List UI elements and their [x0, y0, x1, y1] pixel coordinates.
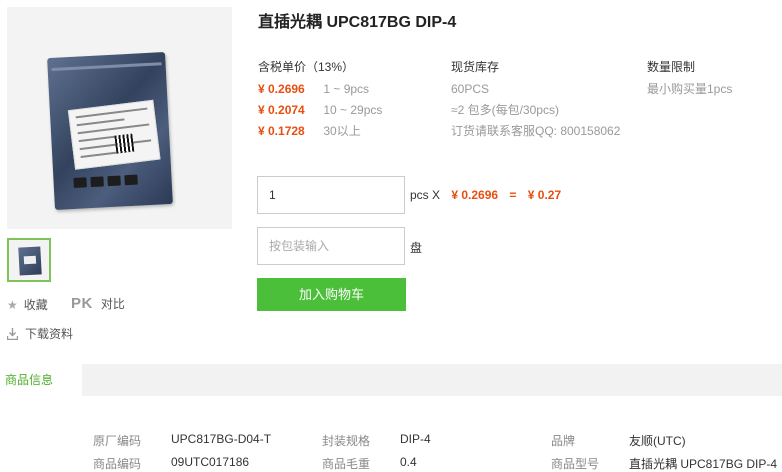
download-label: 下载资料	[25, 327, 74, 341]
min-purchase: 最小购买量1pcs	[647, 82, 733, 96]
tab-product-info[interactable]: 商品信息	[0, 364, 82, 396]
spec-item: 商品毛重	[322, 455, 370, 472]
spec-value: 09UTC017186	[171, 455, 250, 469]
spec-item: 品牌	[551, 432, 575, 449]
tab-bar: 商品信息	[0, 364, 782, 396]
spec-key: 原厂编码	[93, 434, 142, 448]
qty-unit: pcs X	[410, 188, 441, 202]
compare-label: 对比	[100, 297, 125, 311]
tier-price: ¥ 0.1728	[258, 124, 305, 138]
spec-item: 商品编码	[93, 455, 141, 472]
unit-price: ¥ 0.2696	[451, 188, 499, 202]
stock-qty: 60PCS	[451, 82, 490, 96]
spec-key: 品牌	[551, 434, 576, 448]
price-calculation: pcs X ¥ 0.2696 = ¥ 0.27	[410, 188, 561, 202]
stock-info: 60PCS ≈2 包多(每包/30pcs) 订货请联系客服QQ: 8001580…	[451, 79, 620, 142]
favorite-label: 收藏	[23, 298, 48, 312]
spec-value: DIP-4	[400, 432, 431, 446]
spec-value: 直插光耦 UPC817BG DIP-4	[629, 457, 778, 471]
product-main-image	[7, 7, 232, 229]
limit-header: 数量限制	[647, 60, 696, 74]
quantity-input[interactable]: 1	[257, 176, 405, 214]
spec-value: 0.4	[400, 455, 417, 469]
total-price: ¥ 0.27	[527, 188, 562, 202]
spec-key: 商品毛重	[322, 457, 371, 471]
product-bag-photo	[47, 52, 173, 210]
product-title: 直插光耦 UPC817BG DIP-4	[258, 14, 457, 31]
compare-link[interactable]: PK 对比	[71, 295, 125, 312]
stock-contact: 订货请联系客服QQ: 800158062	[451, 124, 621, 138]
add-to-cart-button[interactable]: 加入购物车	[257, 278, 406, 311]
price-tier-row: ¥ 0.2696 1 ~ 9pcs	[258, 79, 382, 100]
pack-quantity-input[interactable]: 按包装输入	[257, 227, 405, 265]
product-thumbnail[interactable]	[7, 238, 51, 282]
tier-price: ¥ 0.2074	[258, 103, 305, 117]
limit-info: 最小购买量1pcs	[647, 79, 732, 100]
spec-key: 商品型号	[551, 457, 600, 471]
tier-price: ¥ 0.2696	[258, 82, 305, 96]
stock-pack: ≈2 包多(每包/30pcs)	[451, 103, 559, 117]
stock-header: 现货库存	[451, 60, 500, 74]
spec-key: 商品编码	[93, 457, 142, 471]
download-link[interactable]: 下载资料	[6, 325, 74, 342]
favorite-link[interactable]: ★ 收藏	[7, 296, 48, 313]
spec-key: 封装规格	[322, 434, 371, 448]
spec-item: 原厂编码	[93, 432, 141, 449]
star-icon: ★	[7, 297, 18, 312]
price-header: 含税单价（13%）	[258, 60, 355, 74]
spec-value: UPC817BG-D04-T	[171, 432, 272, 446]
tier-range: 1 ~ 9pcs	[323, 82, 370, 96]
spec-item: 封装规格	[322, 432, 370, 449]
download-icon	[6, 327, 19, 340]
spec-value: 友顺(UTC)	[629, 434, 686, 448]
equals-sign: =	[509, 188, 517, 202]
pack-unit: 盘	[410, 241, 423, 255]
price-tier-row: ¥ 0.2074 10 ~ 29pcs	[258, 100, 382, 121]
price-tier-row: ¥ 0.1728 30以上	[258, 121, 382, 142]
tier-range: 30以上	[323, 124, 361, 138]
pk-icon: PK	[71, 295, 93, 312]
price-tier-list: ¥ 0.2696 1 ~ 9pcs ¥ 0.2074 10 ~ 29pcs ¥ …	[258, 79, 382, 142]
tier-range: 10 ~ 29pcs	[323, 103, 383, 117]
spec-item: 商品型号	[551, 455, 599, 472]
